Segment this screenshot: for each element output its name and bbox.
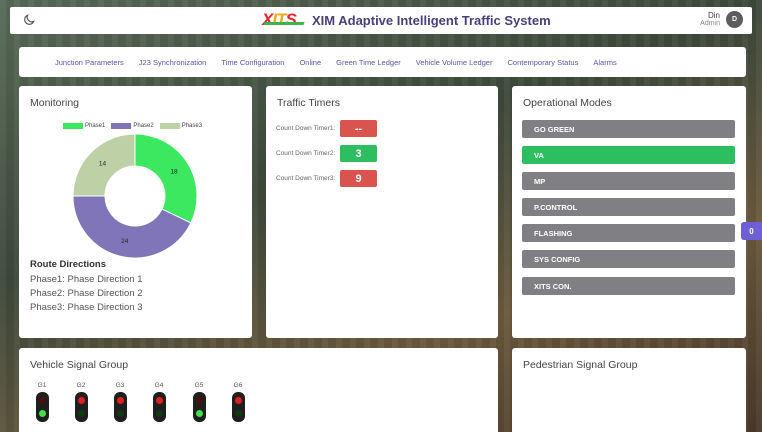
route-phase3: Phase3: Phase Direction 3 <box>30 302 143 313</box>
pedestrian-signal-group-card: Pedestrian Signal Group <box>512 348 746 432</box>
timer-label: Count Down Timer1: <box>276 125 336 132</box>
traffic-light-icon <box>231 392 245 422</box>
legend-label: Phase1 <box>85 123 106 129</box>
user-menu[interactable]: Din Admin D <box>700 11 743 28</box>
timer-row-3: Count Down Timer3: 9 <box>276 170 377 187</box>
mode-sys-config-button[interactable]: SYS CONFIG <box>522 250 735 268</box>
timer-value: 3 <box>340 145 377 162</box>
traffic-timers-title: Traffic Timers <box>277 97 341 109</box>
red-lamp <box>38 397 46 404</box>
brand: XITS XIM Adaptive Intelligent Traffic Sy… <box>262 10 551 30</box>
phase-donut-chart: 18 24 14 <box>72 133 198 259</box>
vehicle-signal-group-card: Vehicle Signal Group G1 G2 G3 G4 G5 G6 <box>19 348 498 432</box>
traffic-light-icon <box>152 392 166 422</box>
nav-green-time-ledger[interactable]: Green Time Ledger <box>336 58 401 67</box>
mode-go-green-button[interactable]: GO GREEN <box>522 120 735 138</box>
main-nav: Junction Parameters J23 Synchronization … <box>19 47 746 77</box>
signal-g4: G4 <box>149 382 169 422</box>
pedestrian-signal-group-title: Pedestrian Signal Group <box>523 359 638 371</box>
monitoring-card: Monitoring Phase1 Phase2 Phase3 18 24 14 R… <box>19 86 252 338</box>
legend-swatch <box>111 123 132 129</box>
traffic-timers-card: Traffic Timers Count Down Timer1: -- Cou… <box>266 86 498 338</box>
timer-label: Count Down Timer3: <box>276 175 336 182</box>
green-lamp <box>155 410 163 417</box>
app-title: XIM Adaptive Intelligent Traffic System <box>312 12 551 28</box>
xits-logo: XITS <box>262 10 306 30</box>
route-phase2: Phase2: Phase Direction 2 <box>30 288 143 299</box>
nav-time-configuration[interactable]: Time Configuration <box>221 58 284 67</box>
moon-icon[interactable] <box>22 13 36 27</box>
donut-slice-label: 14 <box>99 160 107 167</box>
mode-mp-button[interactable]: MP <box>522 172 735 190</box>
signal-label: G6 <box>233 382 243 389</box>
red-lamp <box>116 397 124 404</box>
donut-slice-phase1[interactable] <box>134 133 198 224</box>
red-lamp <box>195 397 203 404</box>
legend-label: Phase3 <box>181 123 203 129</box>
signal-label: G4 <box>154 382 164 389</box>
legend-swatch <box>63 123 83 129</box>
user-role: Admin <box>700 20 720 28</box>
traffic-light-icon <box>35 392 49 422</box>
operational-modes-title: Operational Modes <box>523 97 612 109</box>
signal-label: G1 <box>37 382 47 389</box>
timer-row-2: Count Down Timer2: 3 <box>276 145 377 162</box>
signal-g1: G1 <box>32 382 52 422</box>
legend-item-phase3[interactable]: Phase3 <box>159 123 203 129</box>
signal-label: G5 <box>194 382 204 389</box>
signal-g6: G6 <box>228 382 248 422</box>
signal-label: G2 <box>76 382 86 389</box>
red-lamp <box>155 397 163 404</box>
user-name: Din <box>707 10 720 20</box>
nav-alarms[interactable]: Alarms <box>593 58 616 67</box>
mode-flashing-button[interactable]: FLASHING <box>522 224 735 242</box>
nav-j23-synchronization[interactable]: J23 Synchronization <box>139 58 207 67</box>
timer-row-1: Count Down Timer1: -- <box>276 120 377 137</box>
green-lamp <box>77 410 85 417</box>
timer-value: 9 <box>340 170 377 187</box>
green-lamp <box>116 410 124 417</box>
legend-item-phase2[interactable]: Phase2 <box>111 123 154 129</box>
vehicle-signal-group-title: Vehicle Signal Group <box>30 359 129 371</box>
timer-label: Count Down Timer2: <box>276 150 336 157</box>
operational-modes-card: Operational Modes GO GREEN VA MP P.CONTR… <box>512 86 746 338</box>
mode-p-control-button[interactable]: P.CONTROL <box>522 198 735 216</box>
nav-vehicle-volume-ledger[interactable]: Vehicle Volume Ledger <box>416 58 493 67</box>
nav-contemporary-status[interactable]: Contemporary Status <box>507 58 578 67</box>
route-phase1: Phase1: Phase Direction 1 <box>30 274 143 285</box>
nav-online[interactable]: Online <box>299 58 321 67</box>
timer-value: -- <box>340 120 377 137</box>
traffic-light-icon <box>113 392 127 422</box>
signal-g2: G2 <box>71 382 91 422</box>
signal-label: G3 <box>115 382 125 389</box>
green-lamp <box>234 410 242 417</box>
legend-swatch <box>159 123 180 129</box>
green-lamp <box>195 410 203 417</box>
signal-g5: G5 <box>189 382 209 422</box>
traffic-light-icon <box>192 392 206 422</box>
red-lamp <box>234 397 242 404</box>
mode-va-button[interactable]: VA <box>522 146 735 164</box>
legend-label: Phase2 <box>133 123 154 129</box>
chart-legend: Phase1 Phase2 Phase3 <box>63 123 202 129</box>
nav-junction-parameters[interactable]: Junction Parameters <box>55 58 124 67</box>
side-panel-badge[interactable]: 0 <box>741 222 762 240</box>
donut-slice-label: 24 <box>121 238 129 245</box>
donut-slice-label: 18 <box>170 169 178 176</box>
green-lamp <box>38 410 46 417</box>
monitoring-title: Monitoring <box>30 97 80 109</box>
top-bar: XITS XIM Adaptive Intelligent Traffic Sy… <box>10 7 752 34</box>
legend-item-phase1[interactable]: Phase1 <box>63 123 105 129</box>
avatar[interactable]: D <box>726 11 743 28</box>
signal-g3: G3 <box>110 382 130 422</box>
red-lamp <box>77 397 85 404</box>
traffic-light-icon <box>74 392 88 422</box>
route-directions-title: Route Directions <box>30 259 107 270</box>
mode-xits-con-button[interactable]: XITS CON. <box>522 277 735 295</box>
